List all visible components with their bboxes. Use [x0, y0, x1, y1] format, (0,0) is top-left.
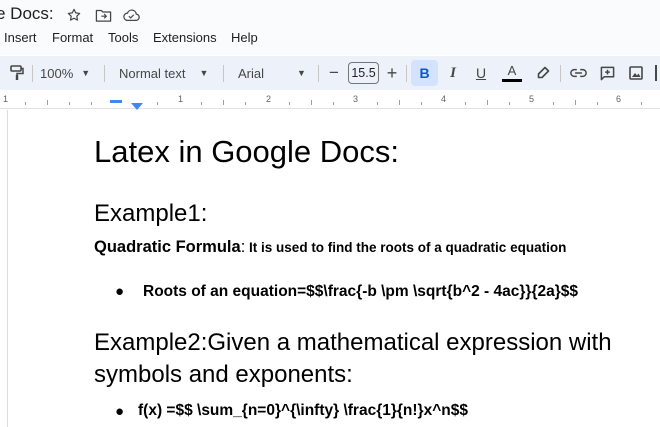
toolbar-divider [318, 65, 319, 82]
quadratic-label: Quadratic Formula [94, 238, 241, 256]
ruler-label: 2 [266, 94, 272, 104]
menu-bar: Insert Format Tools Extensions Help [0, 27, 660, 55]
ruler-tick [157, 102, 158, 105]
first-line-indent-marker[interactable] [110, 100, 122, 103]
example2-line2[interactable]: symbols and exponents: [94, 361, 353, 389]
font-family-value: Arial [238, 65, 265, 81]
chevron-down-icon: ▼ [199, 68, 209, 78]
text-color-swatch [502, 79, 522, 82]
insert-image-icon[interactable] [624, 60, 648, 86]
bullet-roots-equation[interactable]: Roots of an equation=$$\frac{-b \pm \sqr… [143, 283, 578, 301]
chevron-down-icon: ▼ [297, 68, 306, 78]
menu-extensions[interactable]: Extensions [153, 30, 217, 45]
ruler-tick [223, 100, 224, 105]
menu-format[interactable]: Format [52, 30, 93, 45]
quadratic-paragraph[interactable]: Quadratic Formula: It is used to find th… [94, 238, 566, 257]
paragraph-style-value: Normal text [119, 65, 186, 81]
font-family-select[interactable]: Arial ▼ [235, 60, 311, 86]
ruler-tick [465, 102, 466, 105]
ruler-label: 5 [529, 94, 535, 104]
ruler-tick [311, 100, 312, 105]
ruler-tick [91, 102, 92, 105]
bullet-dot: ● [115, 283, 125, 300]
menu-help[interactable]: Help [231, 30, 258, 45]
toolbar-divider [223, 65, 224, 82]
insert-comment-icon[interactable] [595, 60, 619, 86]
text-color-icon: A [507, 63, 517, 78]
more-options-icon[interactable] [652, 60, 660, 86]
ruler-label: 4 [441, 94, 447, 104]
document-heading[interactable]: Latex in Google Docs: [94, 134, 399, 170]
bold-button[interactable]: B [411, 60, 438, 86]
italic-button[interactable]: I [441, 60, 465, 86]
bullet-series-expression[interactable]: f(x) =$$ \sum_{n=0}^{\infty} \frac{1}{n!… [138, 402, 468, 420]
ruler-label: 1 [3, 94, 9, 104]
ruler-tick [641, 102, 642, 105]
ruler-tick [575, 100, 576, 105]
zoom-value: 100% [40, 65, 74, 81]
bullet-dot: ● [115, 403, 125, 420]
ruler-label: 3 [353, 94, 359, 104]
ruler-tick [201, 102, 202, 105]
underline-button[interactable]: U [469, 60, 493, 86]
ruler-tick [289, 102, 290, 105]
move-to-folder-icon[interactable] [94, 7, 112, 23]
ruler-label: 6 [616, 94, 622, 104]
toolbar-divider [560, 65, 561, 82]
ruler-tick [25, 102, 26, 105]
ruler-label: 1 [178, 94, 184, 104]
ruler-tick [399, 100, 400, 105]
menu-insert[interactable]: Insert [4, 30, 37, 45]
quadratic-description: It is used to find the roots of a quadra… [245, 240, 567, 255]
star-icon[interactable] [65, 7, 83, 23]
toolbar-divider [406, 65, 407, 82]
document-title[interactable]: e Docs: [0, 4, 54, 24]
example1-heading[interactable]: Example1: [94, 200, 207, 228]
ruler-tick [509, 102, 510, 105]
left-indent-marker[interactable] [131, 103, 143, 110]
toolbar: 100% ▼ Normal text ▼ Arial ▼ − 15.5 + B … [0, 56, 660, 90]
toolbar-divider [104, 65, 105, 82]
ruler-tick [47, 100, 48, 105]
toolbar-divider [32, 65, 33, 82]
ruler-tick [553, 102, 554, 105]
menu-tools[interactable]: Tools [108, 30, 138, 45]
ruler-tick [597, 102, 598, 105]
highlight-pen-icon[interactable] [531, 60, 555, 86]
example2-line1[interactable]: Example2:Given a mathematical expression… [94, 329, 612, 357]
zoom-select[interactable]: 100% ▼ [38, 60, 96, 86]
font-size-input[interactable]: 15.5 [348, 62, 379, 84]
decrease-font-size-button[interactable]: − [324, 60, 344, 86]
ruler: 1 1 2 3 4 5 6 [0, 92, 660, 110]
cloud-saved-icon[interactable] [122, 7, 140, 23]
chevron-down-icon: ▼ [81, 68, 91, 78]
link-icon[interactable] [566, 60, 590, 86]
ruler-tick [333, 102, 334, 105]
ruler-tick [377, 102, 378, 105]
ruler-tick [421, 102, 422, 105]
paint-format-icon[interactable] [6, 60, 28, 86]
increase-font-size-button[interactable]: + [382, 60, 402, 86]
text-color-button[interactable]: A [499, 60, 525, 86]
paragraph-style-select[interactable]: Normal text ▼ [116, 60, 216, 86]
title-bar: e Docs: [0, 0, 660, 27]
ruler-tick [69, 102, 70, 105]
ruler-tick [487, 100, 488, 105]
ruler-tick [245, 102, 246, 105]
